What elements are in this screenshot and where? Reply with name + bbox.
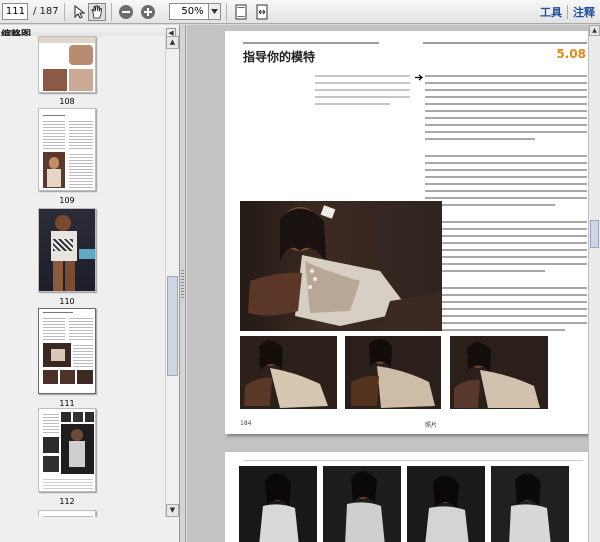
toolbar: / 187 50% 工具 注释 bbox=[0, 0, 600, 24]
hand-tool-icon[interactable] bbox=[87, 2, 106, 21]
photo-strip-2 bbox=[323, 466, 401, 542]
photo-strip-3 bbox=[407, 466, 485, 542]
document-scrollbar[interactable]: ▲ bbox=[588, 25, 600, 542]
toolbar-separator bbox=[110, 2, 112, 21]
photo-strip-1 bbox=[239, 466, 317, 542]
photo-thumb-2 bbox=[345, 336, 441, 409]
page-number-input[interactable] bbox=[2, 3, 28, 20]
toolbar-separator bbox=[567, 5, 568, 19]
scroll-up-arrow-icon[interactable]: ▲ bbox=[589, 25, 600, 36]
thumbnail-page-label: 108 bbox=[59, 97, 75, 106]
photo-strip-4 bbox=[491, 466, 569, 542]
photo-thumb-3 bbox=[450, 336, 548, 409]
toolbar-separator bbox=[63, 2, 65, 21]
scroll-down-arrow-icon[interactable]: ▼ bbox=[166, 504, 179, 517]
fit-page-icon[interactable] bbox=[232, 3, 250, 21]
thumbnails-scrollbar[interactable]: ▲ ▼ bbox=[165, 36, 179, 517]
comment-panel-button[interactable]: 注释 bbox=[573, 4, 595, 20]
page-thumbnail[interactable] bbox=[38, 36, 96, 93]
zoom-out-icon[interactable] bbox=[117, 3, 135, 21]
intro-paragraph bbox=[315, 75, 410, 135]
page-thumbnail-current[interactable] bbox=[38, 308, 96, 394]
page-thumbnail[interactable] bbox=[38, 108, 96, 191]
title-rule bbox=[243, 42, 379, 44]
title-rule bbox=[243, 460, 583, 461]
page-thumbnail[interactable] bbox=[38, 510, 96, 517]
zoom-level-field[interactable]: 50% bbox=[168, 3, 209, 20]
scroll-up-arrow-icon[interactable]: ▲ bbox=[166, 36, 179, 49]
thumbnail-page-label: 109 bbox=[59, 196, 75, 205]
zoom-in-icon[interactable] bbox=[139, 3, 157, 21]
thumbnail-page-label: 112 bbox=[59, 497, 75, 506]
title-rule bbox=[423, 42, 587, 44]
scrollbar-thumb[interactable] bbox=[590, 220, 599, 248]
fit-width-icon[interactable] bbox=[253, 3, 271, 21]
page-folio-right: 照片 bbox=[425, 422, 438, 429]
document-view: 指导你的模特 5.08 184 照片 bbox=[187, 25, 600, 542]
chevron-down-icon bbox=[210, 9, 218, 14]
photo-thumb-1 bbox=[240, 336, 337, 409]
thumbnails-list: 108 109 110 111 112 bbox=[0, 36, 165, 517]
page-total: / 187 bbox=[33, 6, 59, 17]
page-folio-left: 184 bbox=[240, 420, 252, 427]
document-page bbox=[225, 452, 594, 542]
document-page: 指导你的模特 5.08 184 照片 bbox=[225, 31, 594, 434]
thumbnail-page-label: 111 bbox=[59, 399, 75, 408]
select-tool-icon[interactable] bbox=[70, 3, 88, 21]
section-number: 5.08 bbox=[556, 47, 586, 61]
toolbar-separator bbox=[225, 2, 227, 21]
thumbnail-page-label: 110 bbox=[59, 297, 75, 306]
page-thumbnail[interactable] bbox=[38, 408, 96, 492]
zoom-dropdown-button[interactable] bbox=[208, 3, 221, 20]
main-photo bbox=[240, 201, 442, 331]
page-title: 指导你的模特 bbox=[243, 50, 316, 64]
tools-panel-button[interactable]: 工具 bbox=[540, 4, 562, 20]
arrow-icon bbox=[415, 74, 423, 81]
page-thumbnail[interactable] bbox=[38, 208, 96, 292]
scrollbar-thumb[interactable] bbox=[167, 276, 178, 376]
panel-splitter[interactable] bbox=[180, 25, 186, 542]
